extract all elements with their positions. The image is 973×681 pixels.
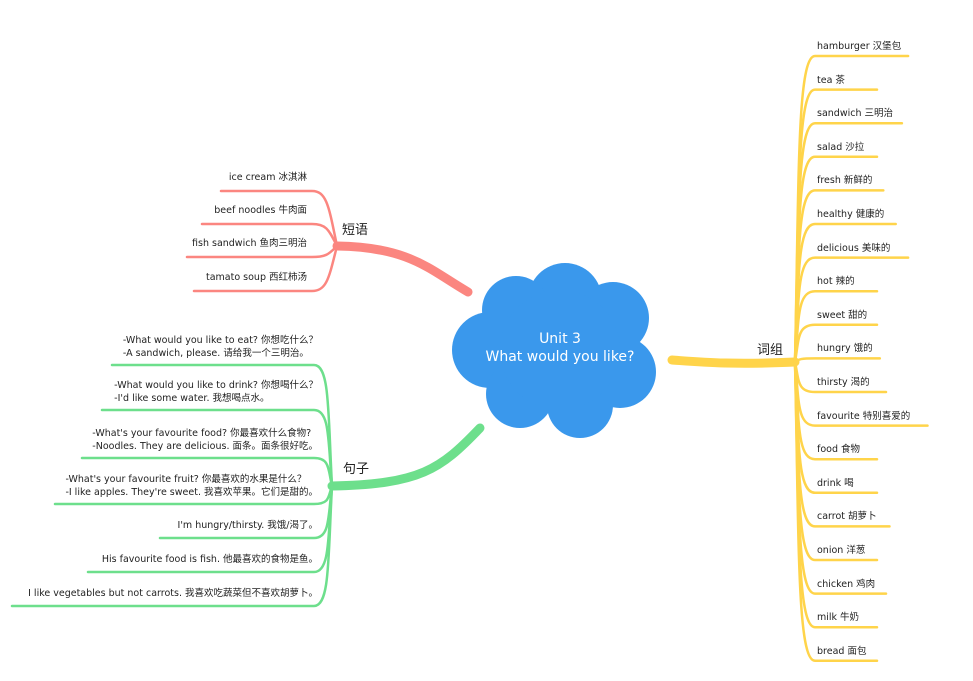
word-item[interactable]: drink 喝 — [817, 477, 854, 490]
central-topic[interactable]: Unit 3 What would you like? — [470, 330, 650, 366]
phrase-item[interactable]: fish sandwich 鱼肉三明治 — [192, 237, 307, 250]
word-item[interactable]: sweet 甜的 — [817, 309, 867, 322]
sentence-line: -Noodles. They are delicious. 面条。面条很好吃。 — [92, 441, 318, 452]
word-item[interactable]: salad 沙拉 — [817, 141, 864, 154]
branch-words-connector — [667, 355, 800, 368]
word-item[interactable]: favourite 特别喜爱的 — [817, 410, 910, 423]
sentence-line: -A sandwich, please. 请给我一个三明治。 — [122, 348, 309, 359]
sentence-line: I'm hungry/thirsty. 我饿/渴了。 — [177, 520, 318, 531]
word-item[interactable]: onion 洋葱 — [817, 544, 865, 557]
branch-words-label[interactable]: 词组 — [757, 339, 783, 358]
central-topic-line2: What would you like? — [485, 349, 635, 365]
word-item[interactable]: healthy 健康的 — [817, 208, 884, 221]
word-item[interactable]: milk 牛奶 — [817, 611, 859, 624]
word-item[interactable]: tea 茶 — [817, 74, 845, 87]
central-topic-line1: Unit 3 — [539, 331, 581, 347]
sentence-item[interactable]: His favourite food is fish. 他最喜欢的食物是鱼。 — [102, 553, 318, 566]
branch-words-line — [793, 357, 882, 364]
sentence-item[interactable]: I like vegetables but not carrots. 我喜欢吃蔬… — [28, 587, 318, 600]
word-item[interactable]: chicken 鸡肉 — [817, 578, 875, 591]
word-item[interactable]: carrot 胡萝卜 — [817, 510, 877, 523]
word-item[interactable]: delicious 美味的 — [817, 242, 890, 255]
word-item[interactable]: thirsty 渴的 — [817, 376, 870, 389]
branch-words-line — [793, 155, 879, 364]
word-item[interactable]: food 食物 — [817, 443, 860, 456]
sentence-item[interactable]: I'm hungry/thirsty. 我饿/渴了。 — [178, 519, 318, 532]
sentence-item[interactable]: -What would you like to eat? 你想吃什么？ -A sa… — [123, 334, 318, 360]
sentence-line: His favourite food is fish. 他最喜欢的食物是鱼。 — [101, 554, 318, 565]
branch-phrases-label[interactable]: 短语 — [342, 219, 368, 238]
word-item[interactable]: bread 面包 — [817, 645, 866, 658]
sentence-line: -I'd like some water. 我想喝点水。 — [114, 393, 270, 404]
branch-phrases-line — [192, 244, 339, 293]
sentence-line: -What would you like to eat? 你想吃什么？ — [122, 335, 318, 346]
phrase-item[interactable]: tamato soup 西红柿汤 — [206, 271, 307, 284]
sentence-line: -What's your favourite fruit? 你最喜欢的水果是什么… — [65, 474, 307, 485]
phrase-item[interactable]: ice cream 冰淇淋 — [229, 171, 307, 184]
sentence-line: -What would you like to drink? 你想喝什么？ — [114, 380, 318, 391]
word-item[interactable]: hungry 饿的 — [817, 342, 873, 355]
branch-sentences-label[interactable]: 句子 — [343, 458, 369, 477]
sentence-item[interactable]: -What's your favourite food? 你最喜欢什么食物? -N… — [92, 427, 318, 453]
word-item[interactable]: hot 辣的 — [817, 275, 855, 288]
sentence-line: -I like apples. They're sweet. 我喜欢苹果。它们是… — [65, 487, 318, 498]
branch-sentences-connector — [327, 423, 485, 491]
sentence-line: I like vegetables but not carrots. 我喜欢吃蔬… — [28, 588, 318, 599]
word-item[interactable]: hamburger 汉堡包 — [817, 40, 901, 53]
sentence-item[interactable]: -What's your favourite fruit? 你最喜欢的水果是什么… — [65, 473, 318, 499]
phrase-item[interactable]: beef noodles 牛肉面 — [214, 204, 307, 217]
sentence-line: -What's your favourite food? 你最喜欢什么食物? — [92, 428, 312, 439]
word-item[interactable]: sandwich 三明治 — [817, 107, 893, 120]
word-item[interactable]: fresh 新鲜的 — [817, 174, 872, 187]
sentence-item[interactable]: -What would you like to drink? 你想喝什么？ -I'… — [114, 379, 318, 405]
branch-phrases-connector — [332, 241, 473, 297]
